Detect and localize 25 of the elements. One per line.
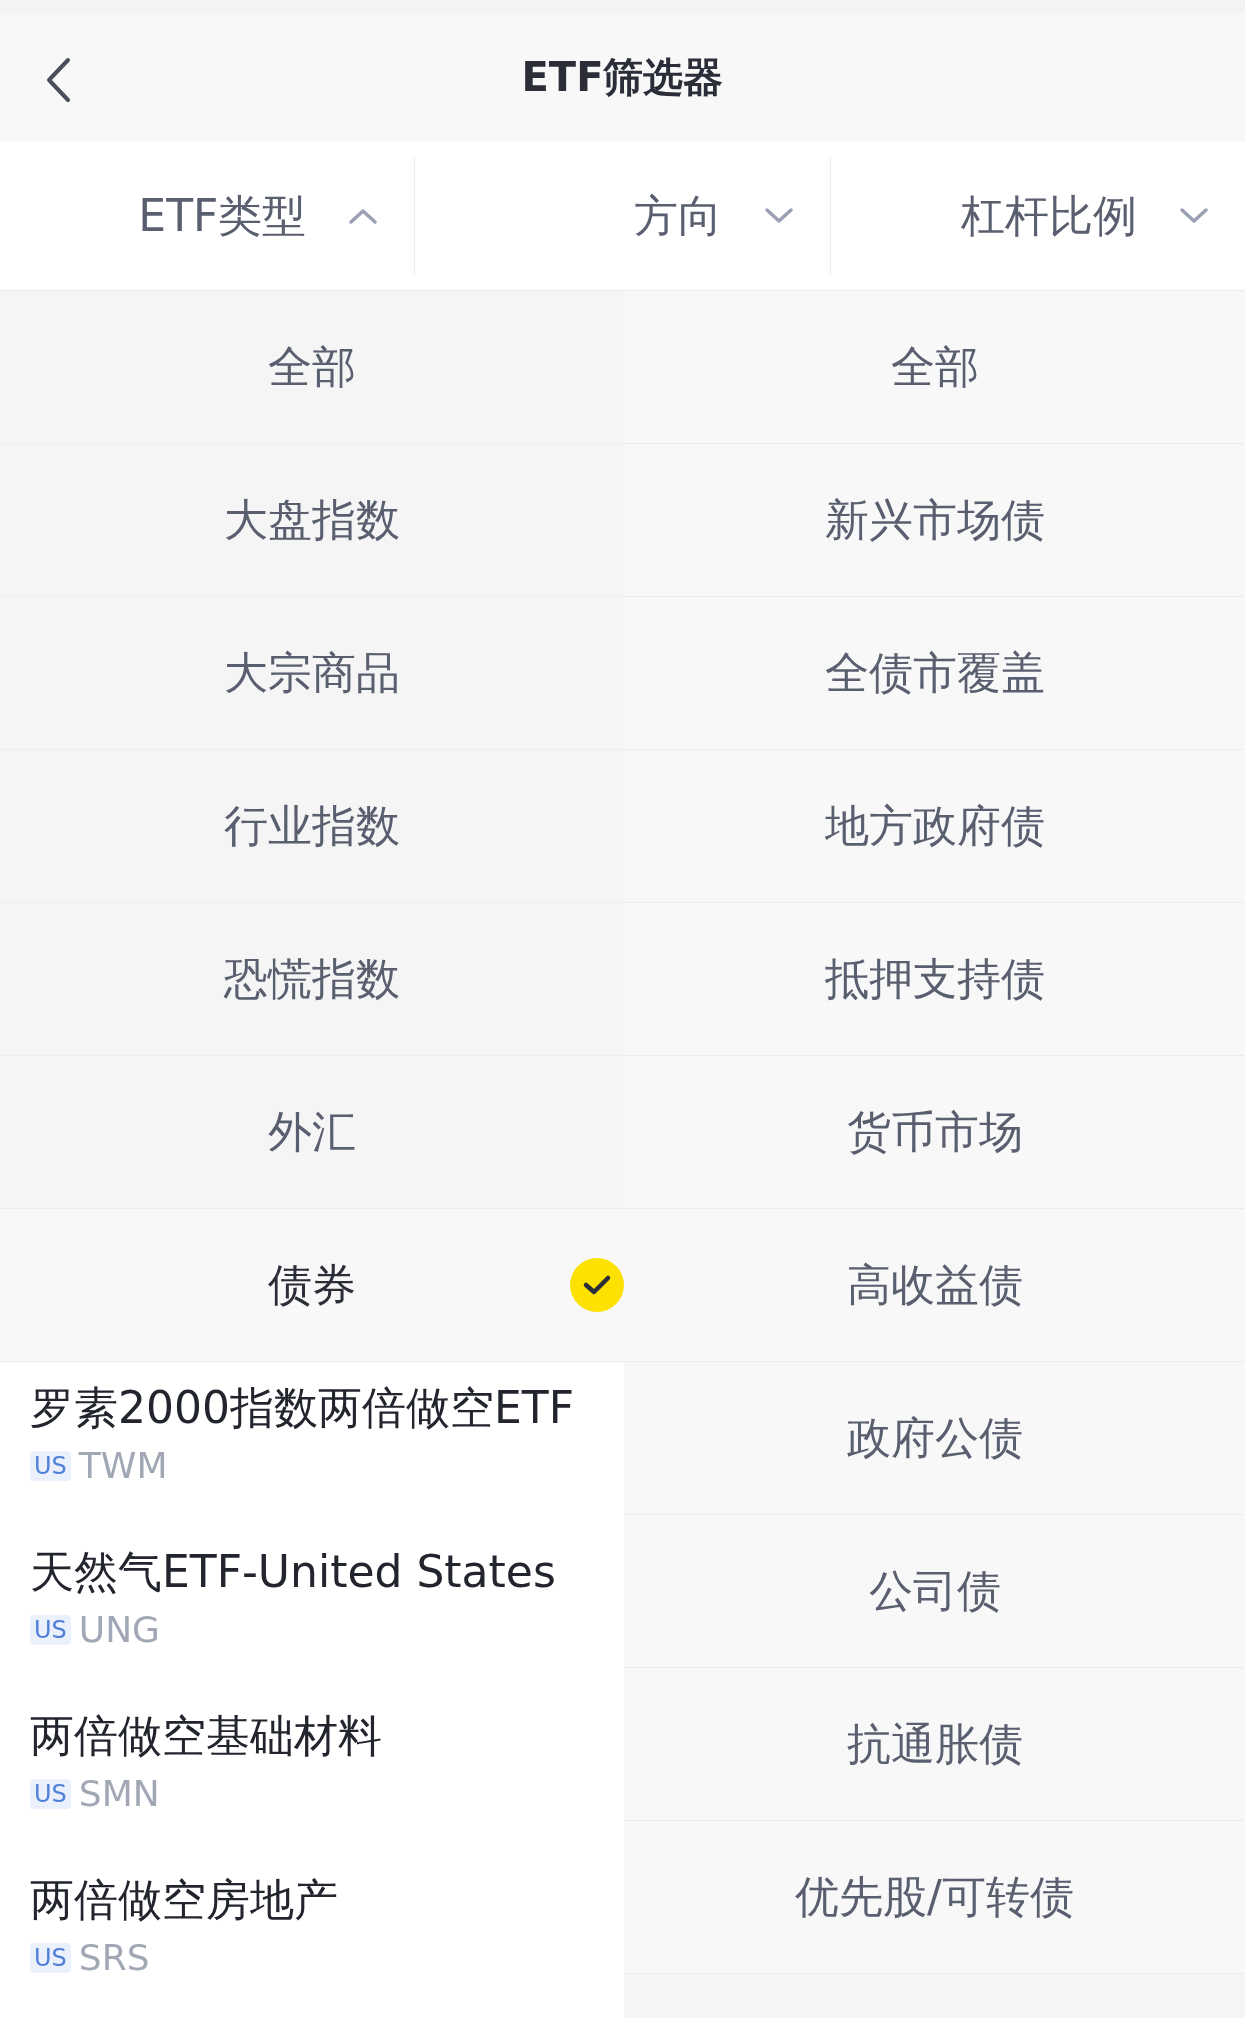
category-label: 债券 — [268, 1258, 356, 1312]
market-tag: US — [30, 1451, 71, 1481]
fund-name: 两倍做空房地产 — [30, 1873, 339, 1927]
filter-tab[interactable]: ETF类型 — [138, 182, 379, 249]
fund-ticker: UNG — [78, 1608, 160, 1652]
filter-tab[interactable]: 杠杆比例 — [961, 182, 1209, 249]
market-tag: US — [30, 1779, 71, 1809]
category-label: 恐慌指数 — [224, 952, 400, 1006]
fund-ticker: SMN — [78, 1772, 160, 1816]
back-icon[interactable] — [44, 55, 72, 104]
category-label: 外汇 — [268, 1105, 356, 1159]
fund-ticker: TWM — [78, 1444, 168, 1488]
filter-tab[interactable]: 方向 — [633, 182, 794, 249]
fund-name: 两倍做空基础材料 — [30, 1709, 383, 1763]
market-tag: US — [30, 1615, 71, 1645]
category-label: 行业指数 — [224, 799, 400, 853]
category-label: 全部 — [268, 340, 356, 394]
category-label: 大宗商品 — [224, 646, 400, 700]
category-label: 大盘指数 — [224, 493, 400, 547]
market-tag: US — [30, 1943, 71, 1973]
check-icon — [570, 1258, 624, 1312]
fund-ticker: SRS — [78, 1936, 150, 1980]
fund-name: 天然气ETF-United States — [30, 1545, 557, 1599]
fund-name: 罗素2000指数两倍做空ETF — [30, 1381, 575, 1435]
page-title: ETF筛选器 — [521, 53, 724, 103]
